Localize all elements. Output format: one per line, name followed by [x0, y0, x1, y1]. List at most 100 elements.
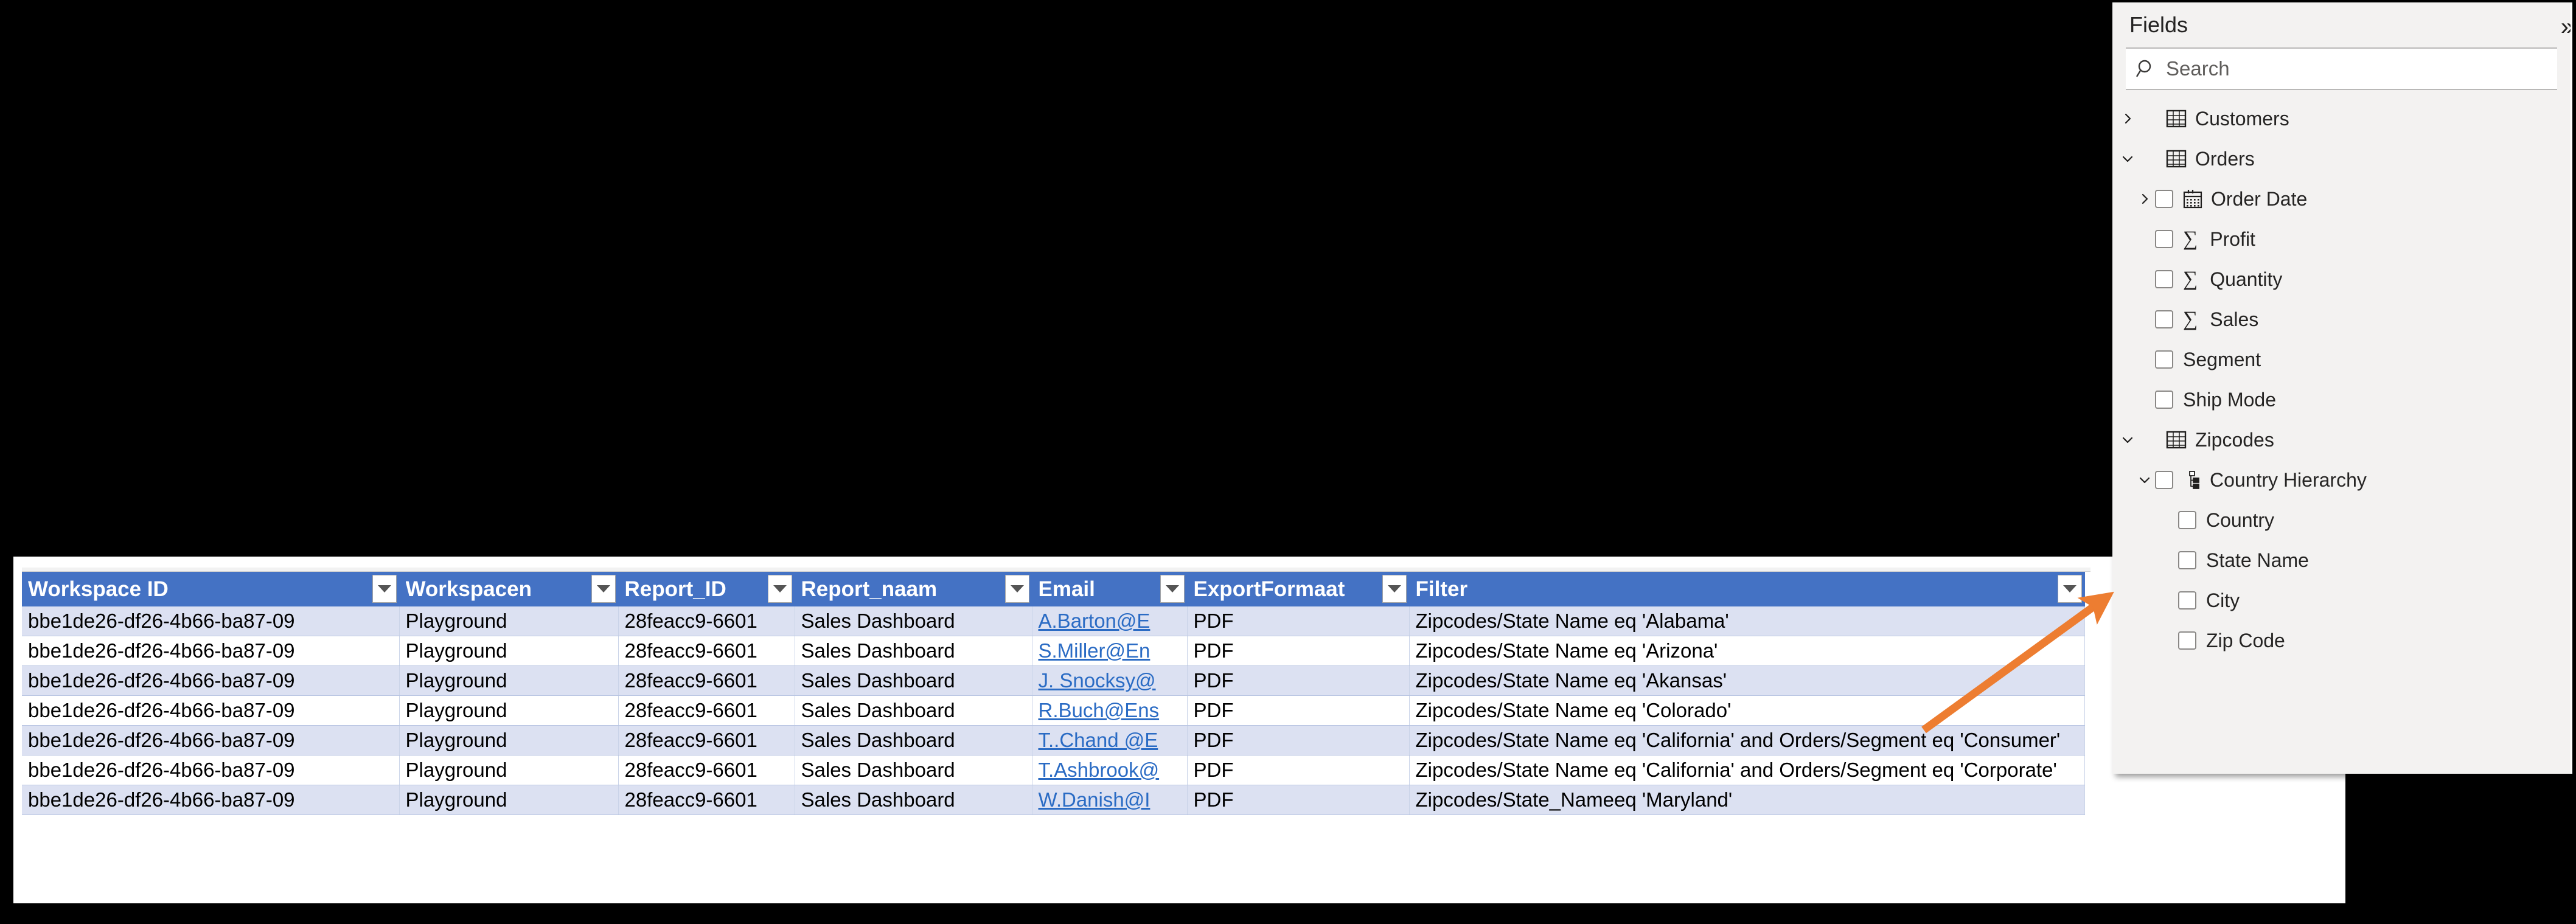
email-link[interactable]: R.Buch@Ens: [1039, 699, 1160, 721]
cell-export-format: PDF: [1187, 695, 1410, 726]
field-checkbox[interactable]: [2155, 230, 2173, 248]
email-link[interactable]: T.Ashbrook@: [1039, 759, 1160, 781]
field-tree-item-sales[interactable]: ∑ Sales: [2112, 299, 2571, 339]
chevron-right-icon[interactable]: [2134, 192, 2155, 206]
field-checkbox[interactable]: [2155, 190, 2173, 208]
filter-dropdown-button[interactable]: [372, 575, 397, 603]
filter-dropdown-button[interactable]: [1382, 575, 1407, 603]
field-tree-item-order-date[interactable]: Order Date: [2112, 179, 2571, 219]
spreadsheet-panel: Workspace ID Workspacen Report_ID Report_na…: [13, 557, 2345, 903]
field-tree-item-label: Sales: [2210, 308, 2259, 330]
field-tree-item-profit[interactable]: ∑ Profit: [2112, 219, 2571, 259]
cell-report-id: 28feacc9-6601: [618, 665, 795, 696]
email-link[interactable]: W.Danish@I: [1039, 788, 1150, 811]
cell-filter: Zipcodes/State Name eq 'Colorado': [1409, 695, 2085, 726]
field-tree-item-ship-mode[interactable]: Ship Mode: [2112, 380, 2571, 420]
field-checkbox[interactable]: [2155, 471, 2173, 489]
table-row: bbe1de26-df26-4b66-ba87-09 Playground 28fe…: [22, 695, 2085, 726]
table-icon: [2166, 109, 2187, 128]
column-header-label: Filter: [1415, 577, 1468, 601]
table-row: bbe1de26-df26-4b66-ba87-09 Playground 28fe…: [22, 636, 2085, 666]
field-checkbox[interactable]: [2178, 551, 2196, 569]
hierarchy-icon: [2183, 470, 2201, 490]
chevron-down-icon[interactable]: [2117, 152, 2138, 165]
fields-pane-header: Fields »: [2112, 2, 2571, 47]
email-link[interactable]: T..Chand @E: [1039, 729, 1158, 751]
collapse-pane-icon[interactable]: »: [2561, 13, 2571, 41]
fields-search-box[interactable]: Search: [2126, 49, 2557, 89]
column-header-filter: Filter: [1409, 572, 2085, 606]
field-tree-item-label: Country: [2206, 509, 2275, 531]
field-tree-item-label: Orders: [2195, 147, 2255, 170]
fields-tree: Customers Orders Order Date ∑ Profit ∑ Quantit…: [2112, 90, 2571, 661]
spreadsheet-viewport: Workspace ID Workspacen Report_ID Report_na…: [22, 568, 2343, 900]
chevron-down-icon[interactable]: [2117, 433, 2138, 446]
column-header-workspace-id: Workspace ID: [22, 572, 400, 606]
email-link[interactable]: J. Snocksy@: [1039, 669, 1156, 692]
field-tree-item-country-hierarchy[interactable]: Country Hierarchy: [2112, 460, 2571, 500]
filter-dropdown-button[interactable]: [1160, 575, 1185, 603]
table-icon: [2166, 150, 2187, 168]
field-tree-item-customers[interactable]: Customers: [2112, 99, 2571, 139]
field-tree-item-segment[interactable]: Segment: [2112, 339, 2571, 380]
cell-export-format: PDF: [1187, 636, 1410, 666]
column-header-workspacen: Workspacen: [399, 572, 619, 606]
filter-dropdown-button[interactable]: [1004, 575, 1029, 603]
data-table: Workspace ID Workspacen Report_ID Report_na…: [22, 572, 2085, 815]
filter-dropdown-button[interactable]: [591, 575, 616, 603]
column-header-label: Report_naam: [801, 577, 938, 601]
field-tree-item-city[interactable]: City: [2112, 580, 2571, 620]
cell-report-name: Sales Dashboard: [795, 785, 1032, 815]
field-checkbox[interactable]: [2178, 631, 2196, 650]
cell-email: W.Danish@I: [1032, 785, 1188, 815]
field-checkbox[interactable]: [2178, 591, 2196, 610]
email-link[interactable]: S.Miller@En: [1039, 639, 1150, 662]
cell-report-name: Sales Dashboard: [795, 725, 1032, 756]
field-tree-item-country[interactable]: Country: [2112, 500, 2571, 540]
column-header-label: Workspace ID: [28, 577, 169, 601]
field-tree-item-label: Customers: [2195, 107, 2289, 130]
chevron-down-icon: [773, 585, 787, 592]
fields-pane: Fields » Search Customers Orders Order Dat…: [2112, 2, 2572, 774]
field-tree-item-label: City: [2206, 589, 2240, 611]
cell-export-format: PDF: [1187, 725, 1410, 756]
cell-workspace-name: Playground: [399, 695, 619, 726]
chevron-down-icon[interactable]: [2134, 473, 2155, 487]
field-tree-item-quantity[interactable]: ∑ Quantity: [2112, 259, 2571, 299]
cell-report-id: 28feacc9-6601: [618, 725, 795, 756]
cell-report-name: Sales Dashboard: [795, 606, 1032, 636]
cell-export-format: PDF: [1187, 665, 1410, 696]
cell-email: A.Barton@E: [1032, 606, 1188, 636]
cell-report-id: 28feacc9-6601: [618, 636, 795, 666]
field-checkbox[interactable]: [2155, 350, 2173, 369]
chevron-right-icon[interactable]: [2117, 112, 2138, 125]
field-checkbox[interactable]: [2155, 391, 2173, 409]
fields-search-placeholder: Search: [2166, 57, 2230, 80]
field-tree-item-state-name[interactable]: State Name: [2112, 540, 2571, 580]
table-icon: [2166, 431, 2187, 449]
field-tree-item-label: Ship Mode: [2183, 388, 2276, 411]
cell-report-name: Sales Dashboard: [795, 665, 1032, 696]
field-tree-item-label: Profit: [2210, 228, 2255, 250]
cell-workspace-id: bbe1de26-df26-4b66-ba87-09: [22, 606, 400, 636]
cell-workspace-id: bbe1de26-df26-4b66-ba87-09: [22, 755, 400, 785]
field-checkbox[interactable]: [2155, 310, 2173, 328]
table-row: bbe1de26-df26-4b66-ba87-09 Playground 28fe…: [22, 665, 2085, 696]
field-checkbox[interactable]: [2155, 270, 2173, 288]
column-header-label: ExportFormaat: [1193, 577, 1345, 601]
filter-dropdown-button[interactable]: [2057, 575, 2082, 603]
field-tree-item-orders[interactable]: Orders: [2112, 139, 2571, 179]
column-header-email: Email: [1032, 572, 1188, 606]
cell-report-id: 28feacc9-6601: [618, 695, 795, 726]
email-link[interactable]: A.Barton@E: [1039, 610, 1150, 632]
cell-email: S.Miller@En: [1032, 636, 1188, 666]
field-tree-item-zip-code[interactable]: Zip Code: [2112, 620, 2571, 661]
field-tree-item-zipcodes[interactable]: Zipcodes: [2112, 420, 2571, 460]
cell-filter: Zipcodes/State Name eq 'Alabama': [1409, 606, 2085, 636]
filter-dropdown-button[interactable]: [767, 575, 792, 603]
chevron-down-icon: [1387, 585, 1401, 592]
cell-workspace-name: Playground: [399, 785, 619, 815]
chevron-down-icon: [596, 585, 610, 592]
field-checkbox[interactable]: [2178, 511, 2196, 529]
table-row: bbe1de26-df26-4b66-ba87-09 Playground 28fe…: [22, 725, 2085, 756]
